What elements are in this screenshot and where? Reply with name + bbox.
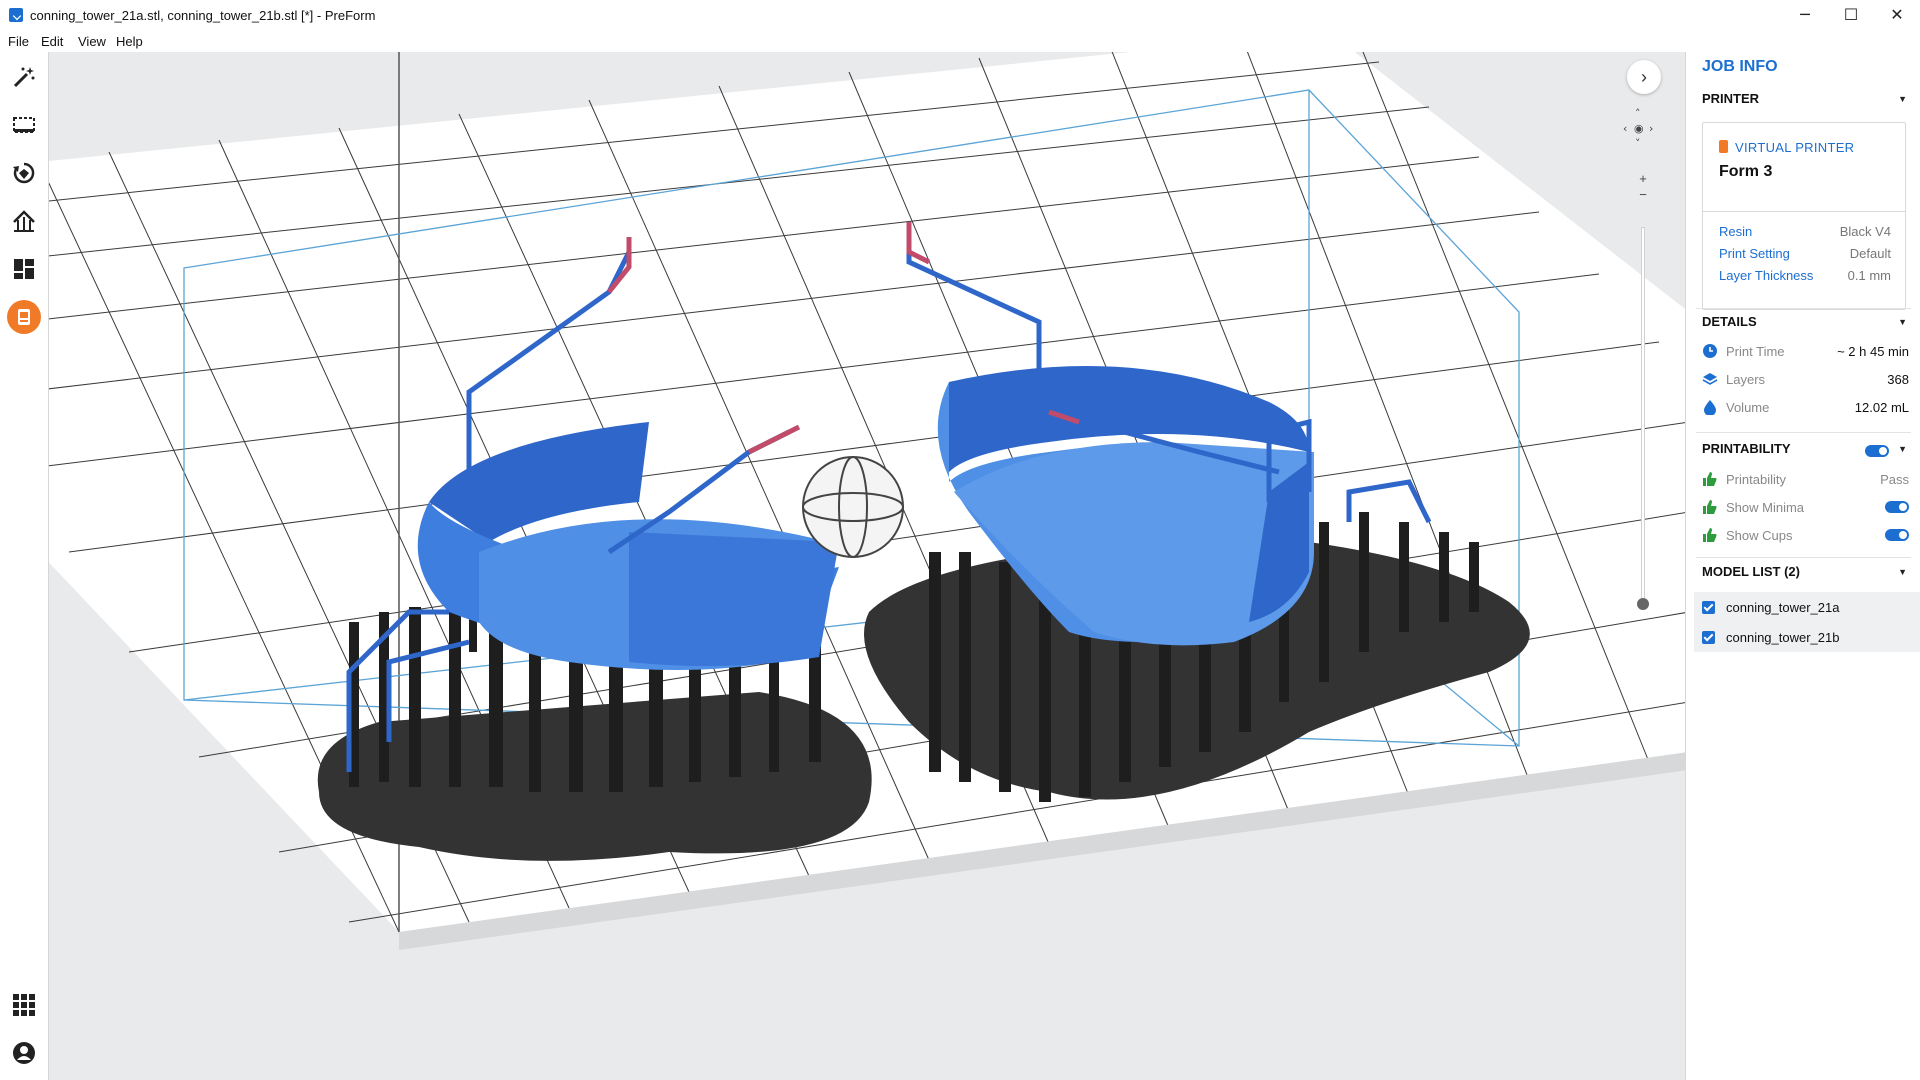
apps-grid-icon[interactable] [7, 988, 41, 1022]
nav-center-icon[interactable]: ◉ [1634, 122, 1644, 135]
preform-app-icon [9, 8, 23, 22]
model-list-item[interactable]: conning_tower_21a [1702, 596, 1912, 620]
print-time-label: Print Time [1726, 344, 1785, 359]
printer-icon [1719, 140, 1728, 153]
menu-help[interactable]: Help [116, 34, 143, 49]
printability-label: Printability [1726, 472, 1786, 487]
left-wall-front [629, 532, 839, 666]
model-name: conning_tower_21b [1726, 630, 1840, 645]
printability-value: Pass [1880, 472, 1909, 487]
job-info-panel: JOB INFO PRINTER ▼ VIRTUAL PRINTER Form … [1685, 52, 1920, 1080]
nav-right-icon[interactable]: › [1649, 122, 1653, 135]
layers-label: Layers [1726, 372, 1766, 387]
model-list-item[interactable]: conning_tower_21b [1702, 626, 1912, 650]
window-title: conning_tower_21a.stl, conning_tower_21b… [30, 8, 376, 23]
model-list-caret-icon[interactable]: ▼ [1898, 567, 1907, 577]
menu-edit[interactable]: Edit [41, 34, 63, 49]
zoom-in-button[interactable]: + [1633, 172, 1653, 186]
job-info-icon[interactable] [7, 300, 41, 334]
model-checkbox[interactable] [1702, 601, 1715, 614]
rotation-gizmo [802, 456, 904, 558]
nav-down-icon[interactable]: ˅ [1635, 137, 1641, 150]
magic-wand-icon[interactable] [7, 60, 41, 94]
details-caret-icon[interactable]: ▼ [1898, 317, 1907, 327]
print-time-row: Print Time ~ 2 h 45 min [1702, 342, 1909, 362]
printability-toggle[interactable] [1865, 445, 1889, 457]
collapse-panel-button[interactable]: › [1627, 60, 1661, 94]
orientation-icon[interactable] [7, 156, 41, 190]
printer-caret-icon[interactable]: ▼ [1898, 94, 1907, 104]
printer-card[interactable]: VIRTUAL PRINTER Form 3 Resin Black V4 Pr… [1702, 122, 1906, 310]
clock-icon [1703, 344, 1717, 358]
supports-icon[interactable] [7, 204, 41, 238]
thumbs-up-icon [1703, 500, 1717, 514]
left-toolbar [0, 52, 49, 1080]
show-cups-label: Show Cups [1726, 528, 1793, 543]
show-cups-toggle[interactable] [1885, 529, 1909, 541]
thumbs-up-icon [1703, 472, 1717, 486]
nav-up-icon[interactable]: ˄ [1635, 107, 1641, 120]
layers-icon [1702, 373, 1718, 385]
maximize-button[interactable]: ☐ [1828, 0, 1874, 30]
details-section-header[interactable]: DETAILS [1702, 314, 1757, 329]
title-bar: conning_tower_21a.stl, conning_tower_21b… [0, 0, 1920, 30]
close-button[interactable]: ✕ [1874, 0, 1920, 30]
show-minima-toggle[interactable] [1885, 501, 1909, 513]
select-icon[interactable] [7, 108, 41, 142]
layer-slider-track[interactable] [1642, 228, 1644, 608]
layer-thickness-label: Layer Thickness [1719, 268, 1814, 283]
printer-model: Form 3 [1719, 163, 1773, 180]
printer-section-header[interactable]: PRINTER [1702, 91, 1759, 106]
virtual-printer-label: VIRTUAL PRINTER [1735, 140, 1855, 155]
printability-caret-icon[interactable]: ▼ [1898, 444, 1907, 454]
volume-icon [1704, 400, 1716, 415]
print-setting-value: Default [1849, 246, 1891, 261]
resin-label: Resin [1719, 224, 1753, 239]
model-checkbox[interactable] [1702, 631, 1715, 644]
layers-value: 368 [1887, 372, 1909, 387]
panel-title: JOB INFO [1702, 58, 1778, 75]
print-time-value: ~ 2 h 45 min [1837, 344, 1909, 359]
account-icon[interactable] [7, 1036, 41, 1070]
build-scene[interactable] [49, 52, 1685, 1080]
menu-bar: File Edit View Help [0, 30, 1920, 52]
volume-row: Volume 12.02 mL [1702, 398, 1909, 418]
show-minima-label: Show Minima [1726, 500, 1805, 515]
volume-value: 12.02 mL [1854, 400, 1909, 415]
menu-view[interactable]: View [78, 34, 106, 49]
model-list-section-header[interactable]: MODEL LIST (2) [1702, 564, 1800, 579]
layers-row: Layers 368 [1702, 370, 1909, 390]
model-name: conning_tower_21a [1726, 600, 1840, 615]
layer-thickness-value: 0.1 mm [1847, 268, 1891, 283]
print-setting-label: Print Setting [1719, 246, 1790, 261]
layout-icon[interactable] [7, 252, 41, 286]
nav-left-icon[interactable]: ‹ [1623, 122, 1627, 135]
thumbs-up-icon [1703, 528, 1717, 542]
zoom-out-button[interactable]: − [1633, 188, 1653, 202]
volume-label: Volume [1726, 400, 1770, 415]
3d-viewport[interactable]: › ˄ ‹ ◉ › ˅ + − [49, 52, 1685, 1080]
show-minima-row: Show Minima [1702, 498, 1909, 518]
menu-file[interactable]: File [8, 34, 29, 49]
printability-section-header[interactable]: PRINTABILITY [1702, 441, 1791, 456]
layer-slider-thumb[interactable] [1637, 598, 1649, 610]
resin-value: Black V4 [1839, 224, 1891, 239]
minimize-button[interactable]: ─ [1782, 0, 1828, 30]
printability-row: Printability Pass [1702, 470, 1909, 490]
show-cups-row: Show Cups [1702, 526, 1909, 546]
